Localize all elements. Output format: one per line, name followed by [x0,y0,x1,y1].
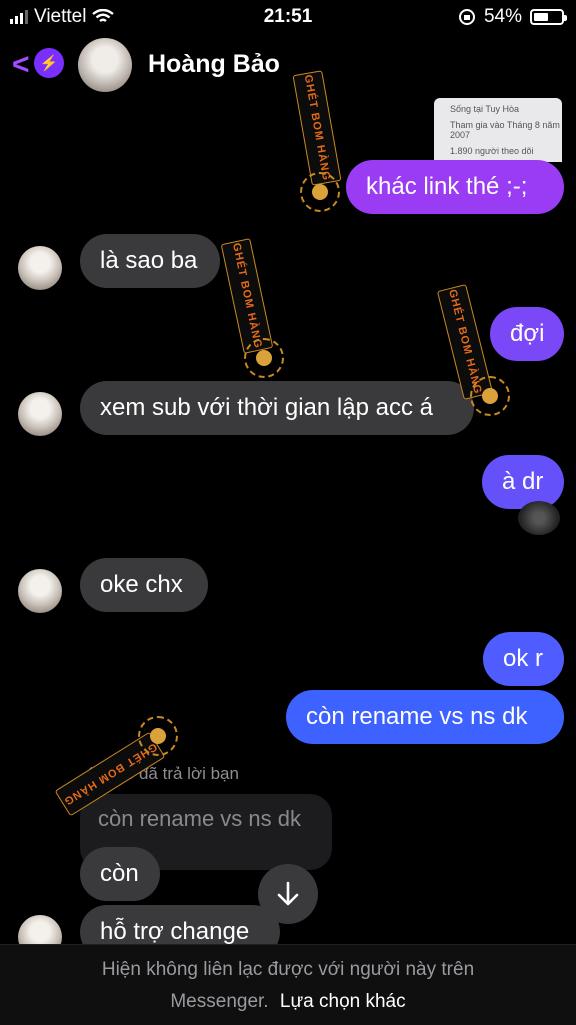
thumbnail-line: Tham gia vào Tháng 8 năm 2007 [450,120,560,140]
watermark-ring-icon [470,376,510,416]
blocked-notice: Hiện không liên lạc được với người này t… [0,944,576,1025]
message-bubble-incoming[interactable]: oke chx [80,558,208,612]
notice-text: Hiện không liên lạc được với người này t… [101,959,475,980]
battery-percent: 54% [483,6,522,27]
message-bubble-incoming[interactable]: là sao ba [80,234,220,288]
message-bubble-incoming[interactable]: còn [80,847,160,901]
watermark-logo: GHÉT BOM HÀNG [220,238,274,354]
messenger-badge-icon: ⚡ [34,48,64,78]
message-bubble-outgoing[interactable]: đợi [490,307,564,361]
message-bubble-outgoing[interactable]: à dr [482,455,564,509]
status-right: 54% [458,6,567,28]
contact-avatar-small [18,392,62,436]
watermark-ring-icon [300,172,340,212]
rotation-lock-icon [458,9,475,25]
watermark-ring-icon [244,338,284,378]
status-bar: Viettel 21:51 54% [0,0,576,34]
contact-name[interactable]: Hoàng Bảo [148,50,280,79]
message-bubble-outgoing[interactable]: còn rename vs ns dk [286,690,564,744]
scroll-to-bottom-button[interactable] [258,864,318,924]
thumbnail-line: 1.890 người theo dõi [450,146,534,156]
arrow-down-icon [277,881,299,906]
message-bubble-outgoing[interactable]: ok r [483,632,564,686]
battery-icon [530,9,567,25]
conversation-header: < ⚡ Hoàng Bảo [0,34,576,98]
contact-avatar[interactable] [78,38,132,92]
message-bubble-outgoing[interactable]: khác link thé ;-; [346,160,564,214]
watermark-ring-icon [138,716,178,756]
chevron-left-icon: < [12,48,30,81]
shared-image-thumbnail[interactable]: Sống tại Tuy Hòa Tham gia vào Tháng 8 nă… [434,98,562,162]
message-bubble-incoming[interactable]: xem sub với thời gian lập acc á [80,381,474,435]
contact-avatar-small [18,569,62,613]
thumbnail-line: Sống tại Tuy Hòa [450,104,520,114]
notice-text-2: Messenger. [170,991,269,1012]
back-button[interactable]: < ⚡ [12,46,64,82]
other-options-link[interactable]: Lựa chọn khác [280,991,406,1012]
contact-avatar-small [18,246,62,290]
seen-avatar [518,501,560,535]
